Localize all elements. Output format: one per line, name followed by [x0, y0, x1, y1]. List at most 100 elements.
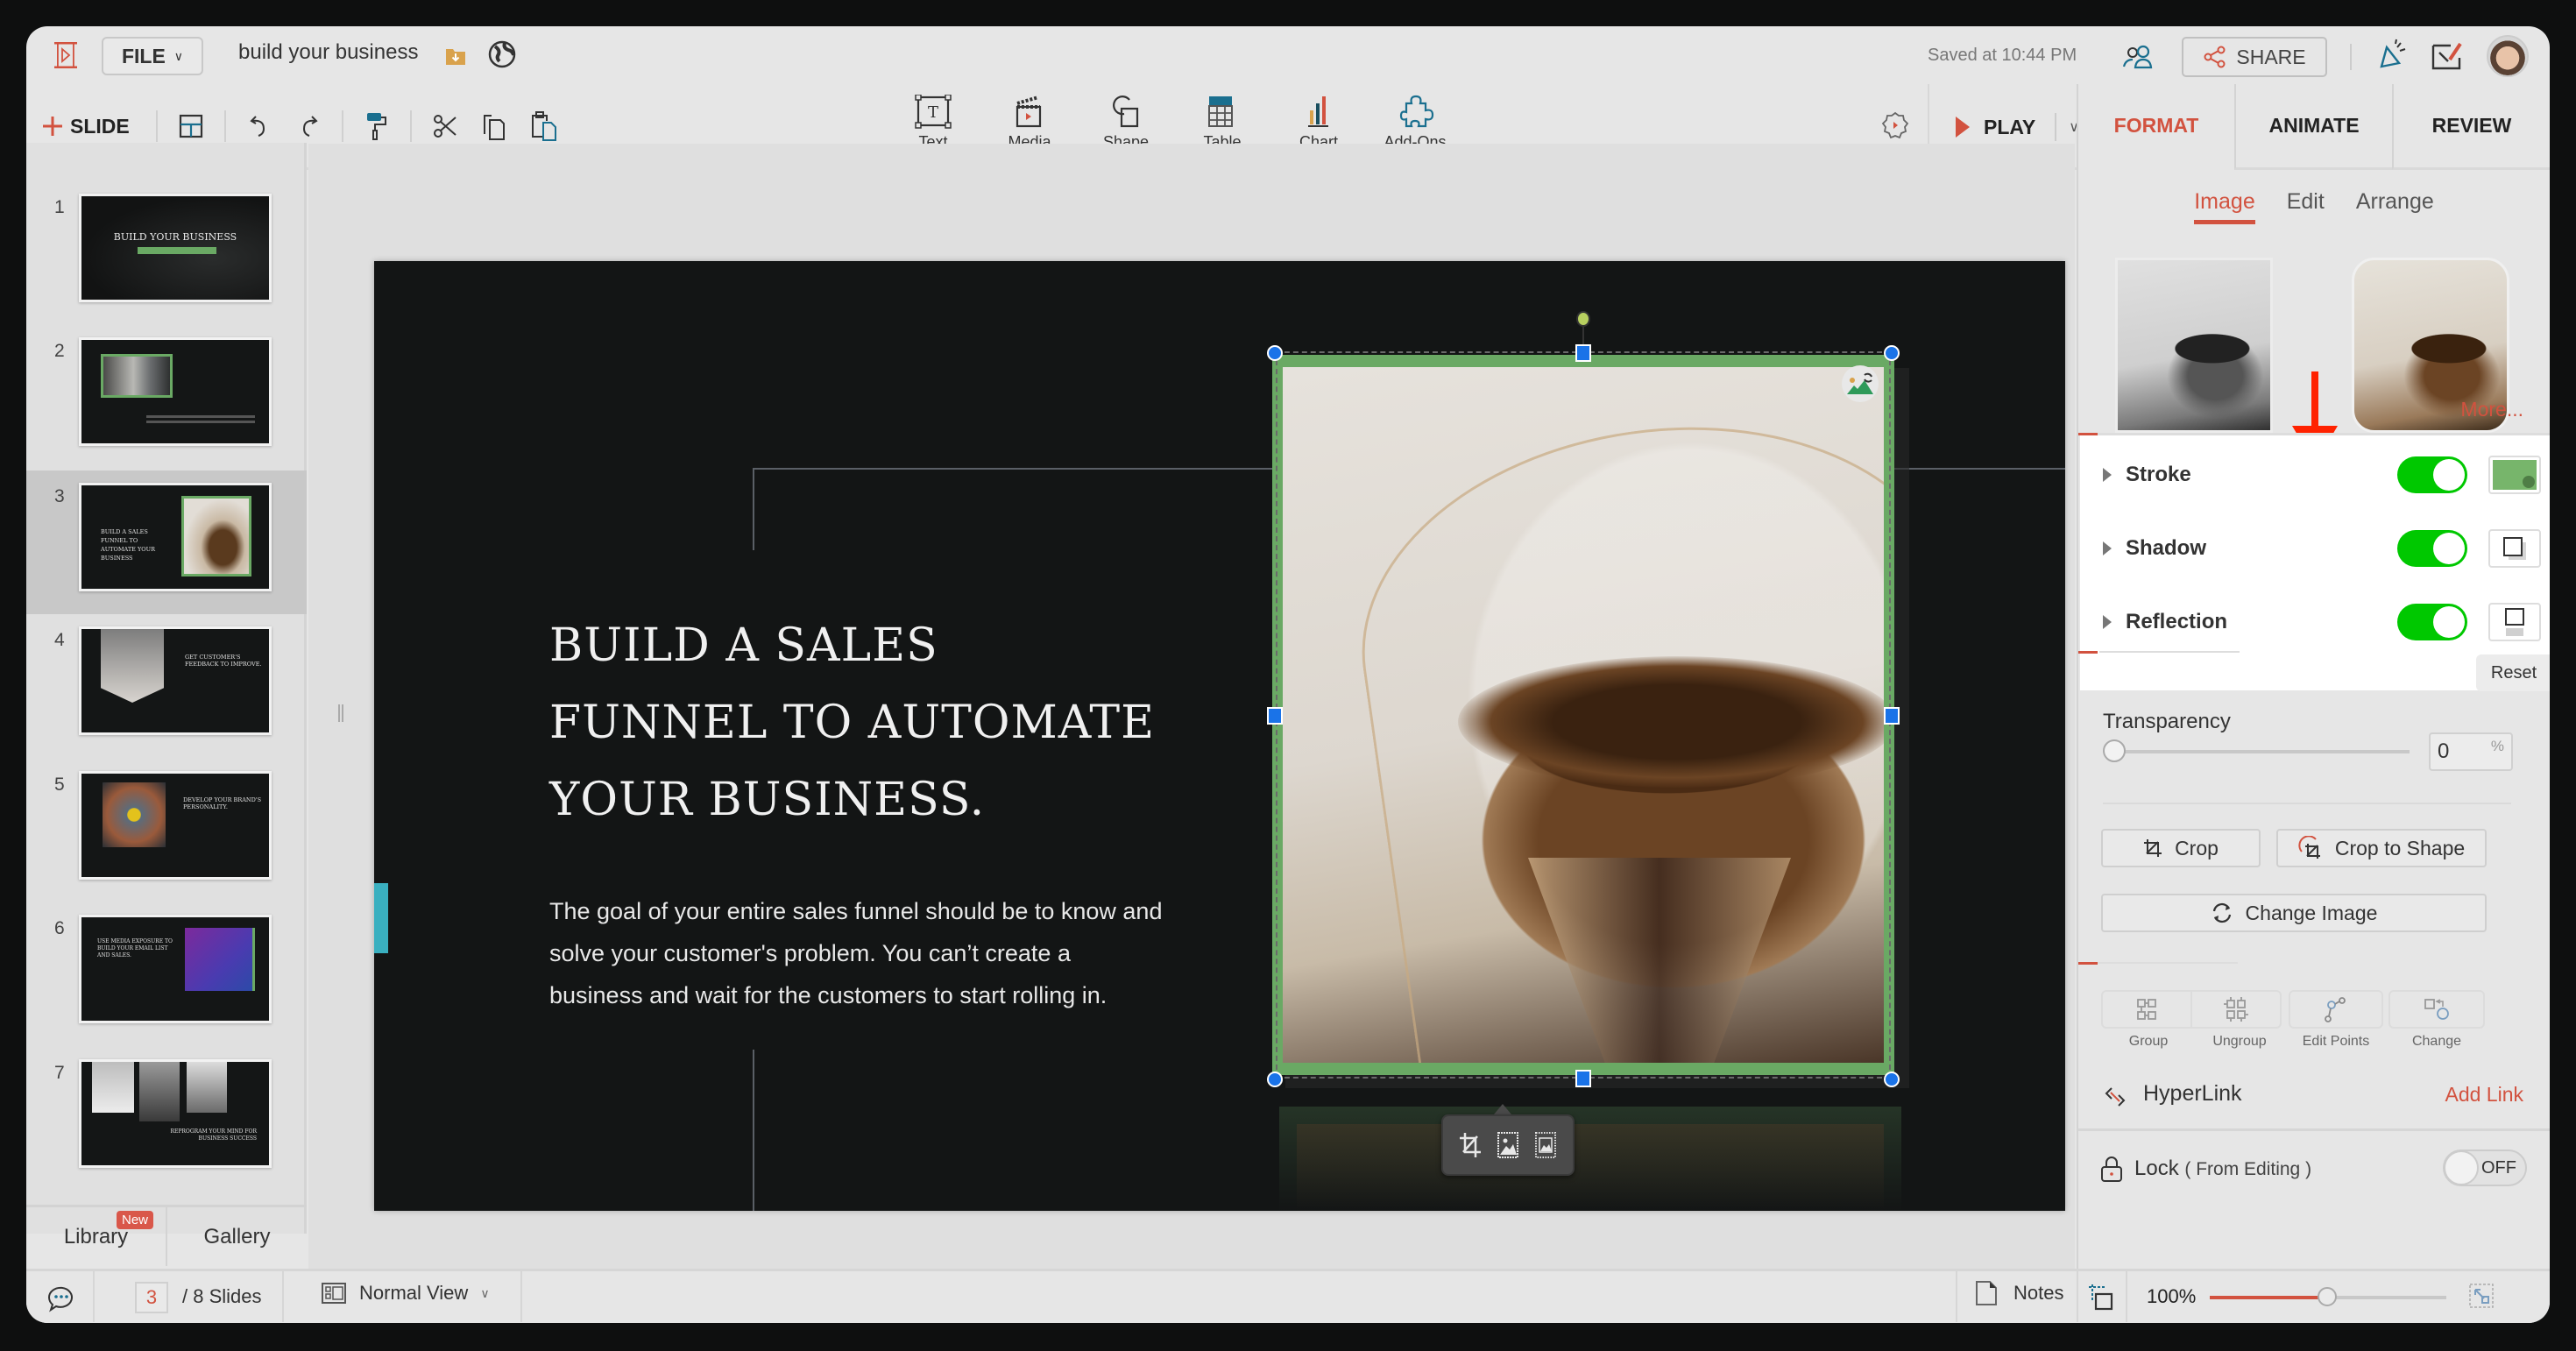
slide-body-text[interactable]: The goal of your entire sales funnel sho… — [549, 890, 1162, 1016]
svg-text:T: T — [928, 103, 938, 122]
crop-to-shape-button[interactable]: Crop to Shape — [2276, 829, 2487, 867]
cut-icon[interactable] — [422, 107, 468, 145]
divider — [282, 1271, 284, 1322]
resize-handle-n[interactable] — [1575, 344, 1591, 362]
gallery-button[interactable]: Gallery — [167, 1207, 307, 1266]
transparency-slider-thumb[interactable] — [2103, 739, 2126, 762]
redo-icon[interactable] — [286, 107, 331, 145]
resize-handle-e[interactable] — [1884, 707, 1900, 725]
expand-arrow-icon[interactable] — [2103, 468, 2112, 482]
resize-handle-ne[interactable] — [1884, 345, 1900, 361]
change-image-button[interactable]: Change Image — [2101, 894, 2487, 932]
thumbnail-photo — [139, 1062, 180, 1121]
style-preset-grayscale[interactable] — [2115, 258, 2273, 433]
more-styles-link[interactable]: More... — [2460, 398, 2523, 421]
edit-points-label: Edit Points — [2302, 1034, 2370, 1049]
share-button[interactable]: SHARE — [2182, 37, 2327, 77]
stroke-color-picker[interactable] — [2488, 456, 2541, 494]
slideshow-settings-icon[interactable] — [1880, 110, 1910, 140]
lock-toggle[interactable]: OFF — [2443, 1149, 2527, 1186]
notes-button[interactable]: Notes — [1975, 1280, 2063, 1306]
paste-icon[interactable] — [520, 107, 566, 145]
feedback-icon[interactable] — [2431, 40, 2466, 72]
slide-thumbnail-1[interactable]: 1 BUILD YOUR BUSINESS — [26, 181, 307, 325]
slide-thumbnail-2[interactable]: 2 — [26, 325, 307, 469]
replace-image-button[interactable] — [1842, 365, 1879, 402]
crop-icon[interactable] — [1460, 1131, 1482, 1159]
layout-icon[interactable] — [168, 107, 214, 145]
header-bar: FILE ∨ build your business Saved at 10:44… — [26, 26, 2550, 84]
resize-handle-se[interactable] — [1884, 1072, 1900, 1087]
resize-handle-sw[interactable] — [1267, 1072, 1283, 1087]
crop-button[interactable]: Crop — [2101, 829, 2261, 867]
announcement-icon[interactable] — [2374, 39, 2410, 74]
tab-format[interactable]: FORMAT — [2078, 84, 2234, 170]
ungroup-button[interactable] — [2192, 992, 2280, 1027]
slide-heading[interactable]: BUILD A SALES FUNNEL TO AUTOMATE YOUR BU… — [549, 607, 1155, 838]
reflection-toggle[interactable] — [2397, 604, 2467, 640]
fit-to-window-icon[interactable] — [2087, 1284, 2115, 1312]
slide-thumbnail-7[interactable]: 7 REPROGRAM YOUR MIND FOR BUSINESS SUCCE… — [26, 1047, 307, 1191]
add-link-button[interactable]: Add Link — [2445, 1083, 2523, 1107]
chat-icon[interactable] — [46, 1284, 77, 1313]
image-frame-icon[interactable] — [1497, 1132, 1518, 1158]
format-painter-icon[interactable] — [354, 107, 400, 145]
image-replace-icon — [1847, 372, 1873, 394]
stroke-toggle[interactable] — [2397, 456, 2467, 493]
panel-resize-handle[interactable] — [338, 704, 343, 722]
section-accent — [2078, 651, 2098, 654]
fullscreen-icon[interactable] — [2469, 1284, 2494, 1308]
thumbnail-photo — [101, 354, 173, 398]
subtab-edit[interactable]: Edit — [2287, 189, 2325, 224]
reset-button[interactable]: Reset — [2476, 654, 2550, 691]
thumbnail-photo — [181, 496, 251, 576]
subtab-arrange[interactable]: Arrange — [2356, 189, 2434, 224]
decorative-line — [753, 1050, 754, 1211]
copy-icon[interactable] — [471, 107, 517, 145]
edit-points-button[interactable] — [2289, 990, 2383, 1029]
rotate-handle[interactable] — [1576, 311, 1590, 327]
group-button[interactable] — [2103, 992, 2192, 1027]
current-slide-input[interactable]: 3 — [135, 1282, 168, 1313]
globe-icon[interactable] — [487, 39, 517, 69]
add-slide-button[interactable]: SLIDE — [42, 115, 130, 138]
zoom-slider-thumb[interactable] — [2318, 1287, 2337, 1306]
view-mode-dropdown[interactable]: Normal View ∨ — [321, 1282, 490, 1305]
collaborators-icon[interactable] — [2120, 44, 2159, 70]
chevron-down-icon: ∨ — [173, 48, 184, 63]
selected-image[interactable] — [1267, 311, 1900, 1087]
image-border-icon[interactable] — [1534, 1132, 1556, 1158]
shadow-toggle[interactable] — [2397, 530, 2467, 567]
transparency-input[interactable]: 0 % — [2429, 732, 2513, 771]
file-menu-button[interactable]: FILE ∨ — [102, 37, 203, 75]
subtab-image[interactable]: Image — [2194, 189, 2255, 224]
undo-icon[interactable] — [237, 107, 282, 145]
section-accent — [2078, 433, 2098, 435]
slide-thumbnail-3[interactable]: 3 BUILD A SALES FUNNEL TO AUTOMATE YOUR … — [26, 470, 307, 614]
change-shape-button[interactable] — [2388, 990, 2485, 1029]
library-button[interactable]: Library New — [26, 1207, 167, 1266]
divider — [341, 110, 343, 142]
reflection-style-picker[interactable] — [2488, 603, 2541, 641]
tab-review[interactable]: REVIEW — [2392, 84, 2550, 170]
resize-handle-s[interactable] — [1575, 1070, 1591, 1087]
section-accent — [2078, 962, 2098, 965]
shadow-style-picker[interactable] — [2488, 529, 2541, 568]
expand-arrow-icon[interactable] — [2103, 541, 2112, 555]
slide-thumbnail-4[interactable]: 4 GET CUSTOMER'S FEEDBACK TO IMPROVE. — [26, 614, 307, 758]
thumbnail-photo — [185, 928, 255, 991]
resize-handle-w[interactable] — [1267, 707, 1283, 725]
transparency-slider-track[interactable] — [2105, 750, 2410, 753]
slide-thumbnail-6[interactable]: 6 USE MEDIA EXPOSURE TO BUILD YOUR EMAIL… — [26, 902, 307, 1046]
user-avatar[interactable] — [2487, 35, 2529, 77]
resize-handle-nw[interactable] — [1267, 345, 1283, 361]
table-icon — [1208, 96, 1233, 127]
expand-arrow-icon[interactable] — [2103, 615, 2112, 629]
slide-3[interactable]: BUILD A SALES FUNNEL TO AUTOMATE YOUR BU… — [374, 261, 2065, 1211]
document-title[interactable]: build your business — [238, 40, 418, 65]
show-logo-icon[interactable] — [51, 40, 81, 70]
tab-animate[interactable]: ANIMATE — [2234, 84, 2392, 170]
save-status: Saved at 10:44 PM — [1928, 46, 2077, 65]
folder-move-icon[interactable] — [443, 44, 468, 68]
slide-thumbnail-5[interactable]: 5 DEVELOP YOUR BRAND'S PERSONALITY. — [26, 759, 307, 902]
